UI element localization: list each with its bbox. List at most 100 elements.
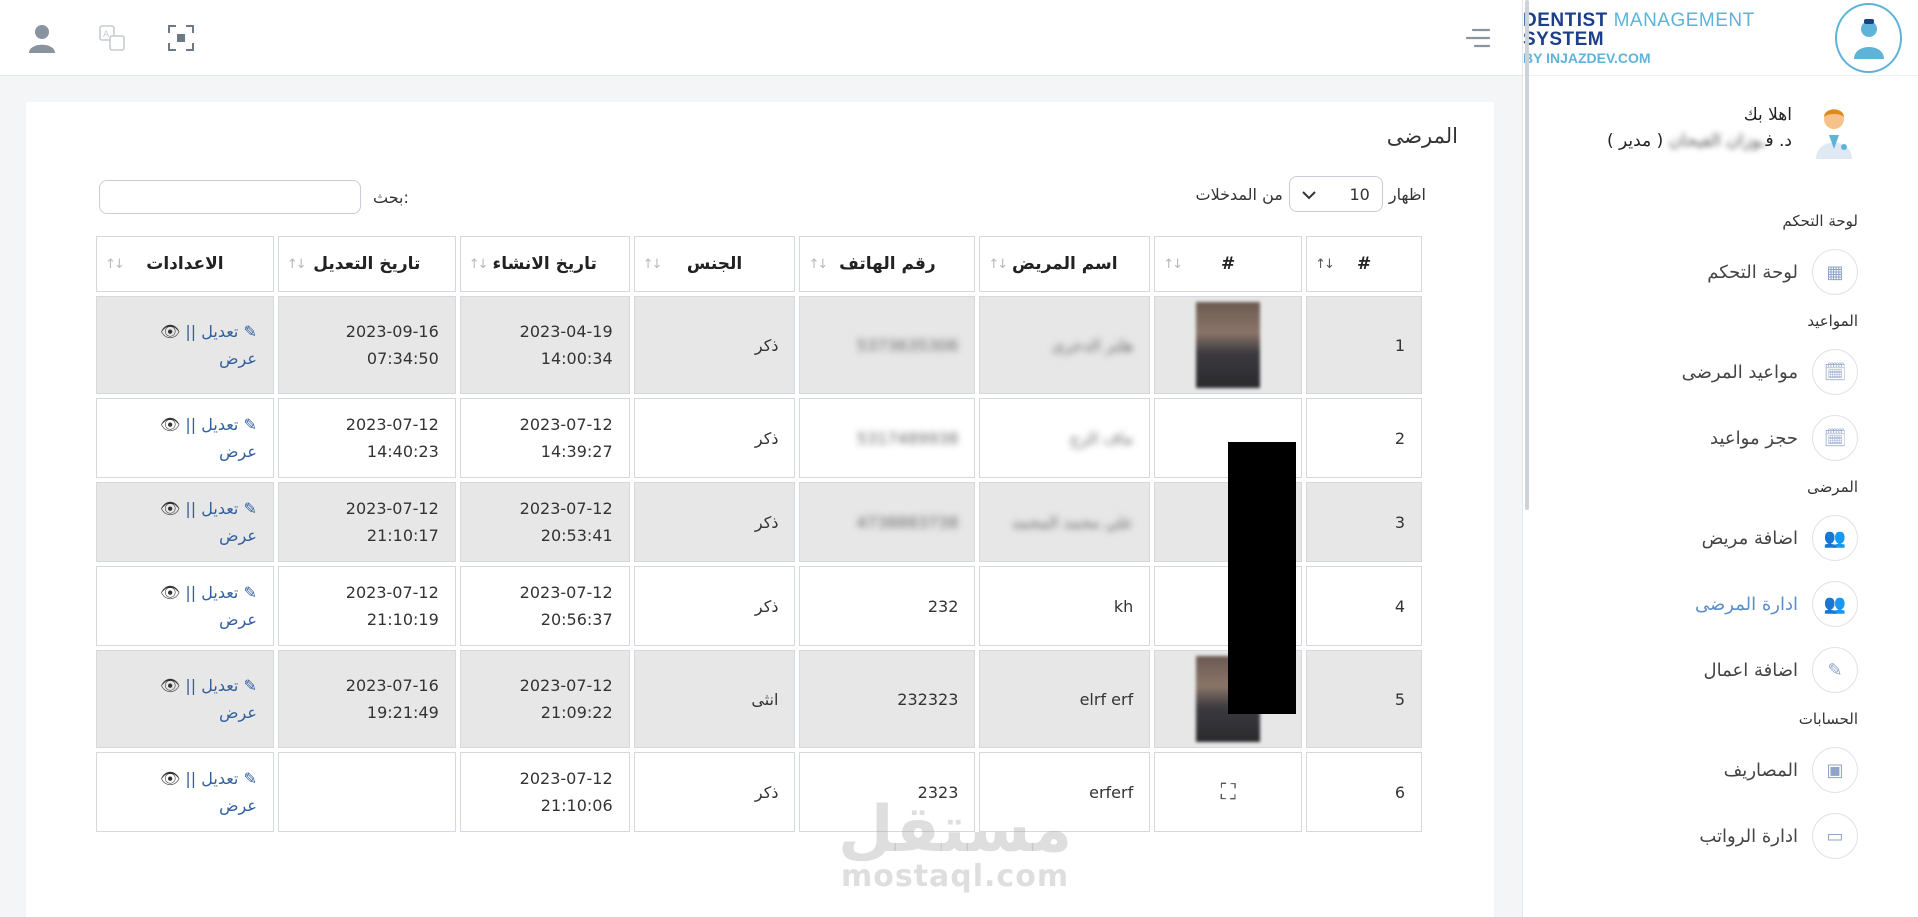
view-eye-icon[interactable]: 👁 <box>160 676 180 695</box>
sidebar-item-magic-wand[interactable]: ✎ اضافة اعمال <box>1558 642 1858 698</box>
sidebar-item-wallet[interactable]: ▭ ادارة الرواتب <box>1558 808 1858 864</box>
redaction-box <box>1228 442 1296 714</box>
brand-logo[interactable]: DENTIST MANAGEMENT SYSTEM BY INJAZDEV.CO… <box>1523 0 1918 76</box>
edit-link[interactable]: ✎ تعديل || <box>185 676 257 695</box>
user-name: د. فـوزان الفيحان ( مدير ) <box>1607 131 1792 151</box>
edit-link[interactable]: ✎ تعديل || <box>185 499 257 518</box>
column-header-name[interactable]: اسم المريض ↓↑ <box>979 236 1151 292</box>
column-header-id[interactable]: # ↓↑ <box>1306 236 1422 292</box>
sidebar-item-label: اضافة مريض <box>1701 527 1798 549</box>
cell-actions: ✎ تعديل || 👁 عرض <box>96 482 274 562</box>
cell-created: 2023-07-12 21:10:06 <box>459 752 630 832</box>
sort-icon: ↓↑ <box>286 257 307 272</box>
cell-patient-name: kh <box>979 566 1151 646</box>
column-header-phone[interactable]: رقم الهاتف ↓↑ <box>799 236 976 292</box>
view-eye-icon[interactable]: 👁 <box>160 415 180 434</box>
cell-updated: 2023-07-12 14:40:23 <box>277 398 456 478</box>
sidebar-item-users[interactable]: 👥 ادارة المرضى <box>1558 576 1858 632</box>
calendar-icon: 🗓 <box>1812 349 1858 395</box>
cell-gender: ذكر <box>633 296 796 394</box>
cell-patient-name: elrf erf <box>979 650 1151 748</box>
sidebar-item-label: اضافة اعمال <box>1703 659 1798 681</box>
column-header-photo[interactable]: # ↓↑ <box>1154 236 1303 292</box>
length-value: 10 <box>1349 184 1370 204</box>
tooth-logo-icon <box>1835 2 1902 73</box>
view-link[interactable]: عرض <box>219 610 257 629</box>
user-profile-icon[interactable] <box>26 22 58 54</box>
sidebar-item-calendar[interactable]: 🗓 مواعيد المرضى <box>1558 344 1858 400</box>
table-row[interactable]: 1 هلتر الدحرى 5373635306 ذكر 2023-04-19 1… <box>96 296 1422 394</box>
column-header-updated[interactable]: تاريخ التعديل ↓↑ <box>277 236 456 292</box>
cell-id: 4 <box>1306 566 1422 646</box>
cell-updated: 2023-09-16 07:34:50 <box>277 296 456 394</box>
cell-updated: 2023-07-12 21:10:19 <box>277 566 456 646</box>
sidebar-item-calendar-add[interactable]: 🗓 حجز مواعيد <box>1558 410 1858 466</box>
column-header-created[interactable]: تاريخ الانشاء ↓↑ <box>459 236 630 292</box>
dashboard-icon: ▦ <box>1812 249 1858 295</box>
sort-icon: ↓↑ <box>468 257 489 272</box>
column-header-settings[interactable]: الاعدادات ↓↑ <box>96 236 274 292</box>
view-eye-icon[interactable]: 👁 <box>160 322 180 341</box>
doctor-avatar <box>1810 104 1858 160</box>
brand-text: DENTIST MANAGEMENT SYSTEM BY INJAZDEV.CO… <box>1523 9 1755 66</box>
sort-icon: ↓↑ <box>105 257 125 272</box>
view-link[interactable]: عرض <box>219 526 257 545</box>
cell-id: 5 <box>1306 650 1422 748</box>
cell-updated <box>277 752 456 832</box>
page-title: المرضى <box>1386 124 1458 148</box>
cell-actions: ✎ تعديل || 👁 عرض <box>96 650 274 748</box>
menu-toggle-icon[interactable] <box>1462 22 1494 54</box>
table-row[interactable]: 4 kh 232 ذكر 2023-07-12 20:56:37 2023-07-… <box>96 566 1422 646</box>
view-link[interactable]: عرض <box>219 796 257 815</box>
cell-photo[interactable]: ⛶ <box>1154 752 1303 832</box>
table-row[interactable]: 2 ماف الزج 5317489938 ذكر 2023-07-12 14:3… <box>96 398 1422 478</box>
cell-id: 3 <box>1306 482 1422 562</box>
table-row[interactable]: 3 علي محمد المحمد 4738883738 ذكر 2023-07… <box>96 482 1422 562</box>
sidebar-item-money[interactable]: ▣ المصاريف <box>1558 742 1858 798</box>
edit-link[interactable]: ✎ تعديل || <box>185 415 257 434</box>
cell-patient-name: ماف الزج <box>979 398 1151 478</box>
menu-section-title: الحسابات <box>1798 710 1858 728</box>
cell-updated: 2023-07-16 19:21:49 <box>277 650 456 748</box>
money-icon: ▣ <box>1812 747 1858 793</box>
cell-photo[interactable] <box>1154 296 1303 394</box>
edit-icon: ✎ <box>243 415 257 434</box>
table-row[interactable]: 6 ⛶ erferf 2323 ذكر 2023-07-12 21:10:06 ✎… <box>96 752 1422 832</box>
cell-actions: ✎ تعديل || 👁 عرض <box>96 296 274 394</box>
column-header-gender[interactable]: الجنس ↓↑ <box>633 236 796 292</box>
greeting-text: اهلا بك <box>1743 105 1792 125</box>
view-eye-icon[interactable]: 👁 <box>160 583 180 602</box>
sidebar-item-user-add[interactable]: 👥 اضافة مريض <box>1558 510 1858 566</box>
patients-card: المرضى اظهار 10 من المدخلات بحث: # ↓↑ # … <box>26 102 1494 917</box>
edit-link[interactable]: ✎ تعديل || <box>185 322 257 341</box>
users-icon: 👥 <box>1812 581 1858 627</box>
cell-created: 2023-07-12 20:56:37 <box>459 566 630 646</box>
menu-section-title: لوحة التحكم <box>1782 212 1858 230</box>
cell-phone: 5373635306 <box>799 296 976 394</box>
sidebar-scrollbar[interactable] <box>1525 0 1529 510</box>
table-row[interactable]: 5 elrf erf 232323 انثى 2023-07-12 21:09:2… <box>96 650 1422 748</box>
view-link[interactable]: عرض <box>219 349 257 368</box>
entries-length-select[interactable]: 10 <box>1288 176 1383 212</box>
cell-gender: ذكر <box>633 482 796 562</box>
view-link[interactable]: عرض <box>219 442 257 461</box>
view-eye-icon[interactable]: 👁 <box>160 499 180 518</box>
cell-id: 2 <box>1306 398 1422 478</box>
edit-link[interactable]: ✎ تعديل || <box>185 769 257 788</box>
edit-link[interactable]: ✎ تعديل || <box>185 583 257 602</box>
fullscreen-icon[interactable] <box>165 22 197 54</box>
broken-image-icon: ⛶ <box>1220 779 1236 805</box>
user-add-icon: 👥 <box>1812 515 1858 561</box>
view-link[interactable]: عرض <box>219 703 257 722</box>
menu-section-title: المرضى <box>1807 478 1858 496</box>
view-eye-icon[interactable]: 👁 <box>160 769 180 788</box>
patient-photo[interactable] <box>1196 302 1261 388</box>
watermark: مستقل mostaql.com <box>838 793 1073 894</box>
edit-icon: ✎ <box>243 676 257 695</box>
search-input[interactable] <box>99 180 361 214</box>
sidebar-item-dashboard[interactable]: ▦ لوحة التحكم <box>1558 244 1858 300</box>
translate-icon[interactable]: A <box>96 22 128 54</box>
cell-updated: 2023-07-12 21:10:17 <box>277 482 456 562</box>
patients-table: # ↓↑ # ↓↑ اسم المريض ↓↑ رقم الهاتف ↓↑ الجنس ↓… <box>92 232 1426 836</box>
menu-section-title: المواعيد <box>1807 312 1858 330</box>
